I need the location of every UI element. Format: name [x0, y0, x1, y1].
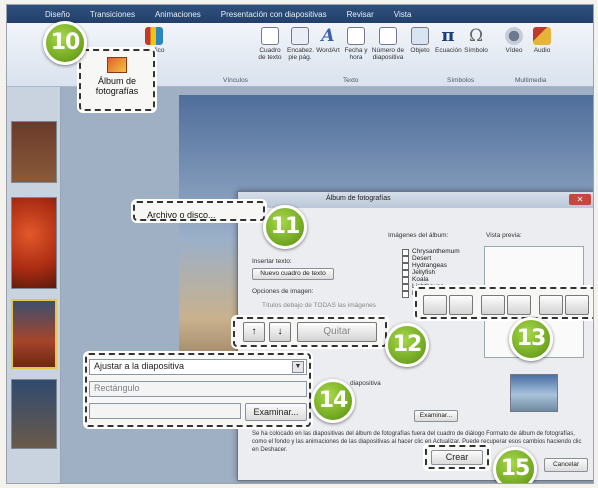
- create-button-wrap: Crear: [425, 445, 489, 469]
- object-button[interactable]: Objeto: [407, 27, 433, 54]
- audio-button[interactable]: Audio: [529, 27, 555, 54]
- slide-thumbnail[interactable]: [11, 197, 57, 289]
- chevron-down-icon: ▼: [292, 361, 304, 373]
- header-footer-button[interactable]: Encabez. pie pág.: [287, 27, 314, 61]
- tab-view[interactable]: Vista: [384, 10, 422, 19]
- image-adjust-tools: [415, 287, 593, 319]
- object-icon: [411, 27, 429, 45]
- brightness-down-icon[interactable]: [565, 295, 589, 315]
- pi-icon: π: [441, 25, 455, 46]
- new-textbox-button[interactable]: Nuevo cuadro de texto: [252, 268, 334, 280]
- chart-icon: [145, 27, 163, 45]
- browse-button-small[interactable]: Examinar...: [414, 410, 458, 422]
- tab-transitions[interactable]: Transiciones: [80, 10, 145, 19]
- step-badge-13: 13: [509, 317, 553, 361]
- tab-animations[interactable]: Animaciones: [145, 10, 211, 19]
- frame-shape-select[interactable]: Rectángulo: [89, 381, 307, 397]
- close-icon[interactable]: ✕: [569, 194, 591, 205]
- contrast-down-icon[interactable]: [507, 295, 531, 315]
- wordart-icon: A: [321, 26, 335, 46]
- textbox-button[interactable]: Cuadro de texto: [257, 27, 283, 61]
- slide-number-button[interactable]: Número de diapositiva: [371, 27, 405, 61]
- move-down-button[interactable]: ↓: [269, 322, 291, 342]
- file-or-disk-button[interactable]: Archivo o disco...: [133, 201, 265, 221]
- step-badge-15: 15: [493, 447, 537, 483]
- tab-slideshow[interactable]: Presentación con diapositivas: [211, 10, 337, 19]
- list-item[interactable]: Desert: [398, 255, 474, 263]
- speaker-icon: [533, 27, 551, 45]
- step-badge-11: 11: [263, 205, 307, 249]
- ribbon-tabs: Diseño Transiciones Animaciones Presenta…: [7, 5, 593, 23]
- slide-thumbnail[interactable]: [11, 121, 57, 183]
- insert-text-label: Insertar texto:: [252, 258, 292, 265]
- create-button[interactable]: Crear: [431, 450, 483, 465]
- picture-options-label: Opciones de imagen:: [252, 288, 314, 295]
- photo-album-button[interactable]: Álbum de fotografías: [79, 49, 155, 111]
- captions-option[interactable]: Títulos debajo de TODAS las imágenes: [262, 302, 376, 309]
- date-time-button[interactable]: Fecha y hora: [343, 27, 369, 61]
- rotate-right-icon[interactable]: [449, 295, 473, 315]
- group-links-label: Vínculos: [223, 77, 248, 84]
- theme-path-field[interactable]: [89, 403, 241, 419]
- reorder-controls: ↑ ↓ Quitar: [233, 317, 387, 347]
- video-button[interactable]: Vídeo: [501, 27, 527, 54]
- theme-preview-image: [510, 374, 558, 412]
- group-media-label: Multimedia: [515, 77, 547, 84]
- equation-button[interactable]: π Ecuación: [435, 25, 462, 55]
- tab-design[interactable]: Diseño: [35, 10, 80, 19]
- group-symbols-label: Símbolos: [447, 77, 475, 84]
- step-badge-10: 10: [43, 21, 87, 65]
- list-item[interactable]: Koala: [398, 276, 474, 284]
- album-images-label: Imágenes del álbum:: [388, 232, 449, 239]
- textbox-icon: [261, 27, 279, 45]
- step-badge-14: 14: [311, 379, 355, 423]
- list-item[interactable]: Jellyfish: [398, 269, 474, 277]
- album-layout-options: Ajustar a la diapositiva ▼ Rectángulo Ex…: [85, 353, 311, 427]
- remove-button[interactable]: Quitar: [297, 322, 377, 342]
- layout-label: diapositiva: [350, 380, 381, 387]
- powerpoint-window: Diseño Transiciones Animaciones Presenta…: [6, 4, 594, 484]
- slide-thumbnails-panel: [7, 87, 61, 483]
- move-up-button[interactable]: ↑: [243, 322, 265, 342]
- picture-layout-select[interactable]: Ajustar a la diapositiva ▼: [89, 359, 307, 375]
- step-badge-12: 12: [385, 323, 429, 367]
- slide-thumbnail[interactable]: [11, 299, 57, 369]
- contrast-up-icon[interactable]: [481, 295, 505, 315]
- brightness-up-icon[interactable]: [539, 295, 563, 315]
- cancel-button[interactable]: Cancelar: [544, 458, 588, 472]
- video-icon: [505, 27, 523, 45]
- symbol-button[interactable]: Ω Símbolo: [463, 27, 489, 54]
- header-footer-icon: [291, 27, 309, 45]
- wordart-button[interactable]: A WordArt: [315, 27, 341, 54]
- omega-icon: Ω: [468, 26, 484, 46]
- footer-note: Se ha colocado en las diapositivas del á…: [252, 431, 582, 453]
- list-item[interactable]: Chrysanthemum: [398, 248, 474, 256]
- tab-review[interactable]: Revisar: [337, 10, 384, 19]
- browse-button[interactable]: Examinar...: [245, 403, 307, 421]
- slide-number-icon: [379, 27, 397, 45]
- photo-album-icon: [107, 57, 127, 73]
- preview-label: Vista previa:: [486, 232, 522, 239]
- slide-thumbnail[interactable]: [11, 379, 57, 449]
- list-item[interactable]: Hydrangeas: [398, 262, 474, 270]
- group-text-label: Texto: [343, 77, 359, 84]
- rotate-left-icon[interactable]: [423, 295, 447, 315]
- calendar-icon: [347, 27, 365, 45]
